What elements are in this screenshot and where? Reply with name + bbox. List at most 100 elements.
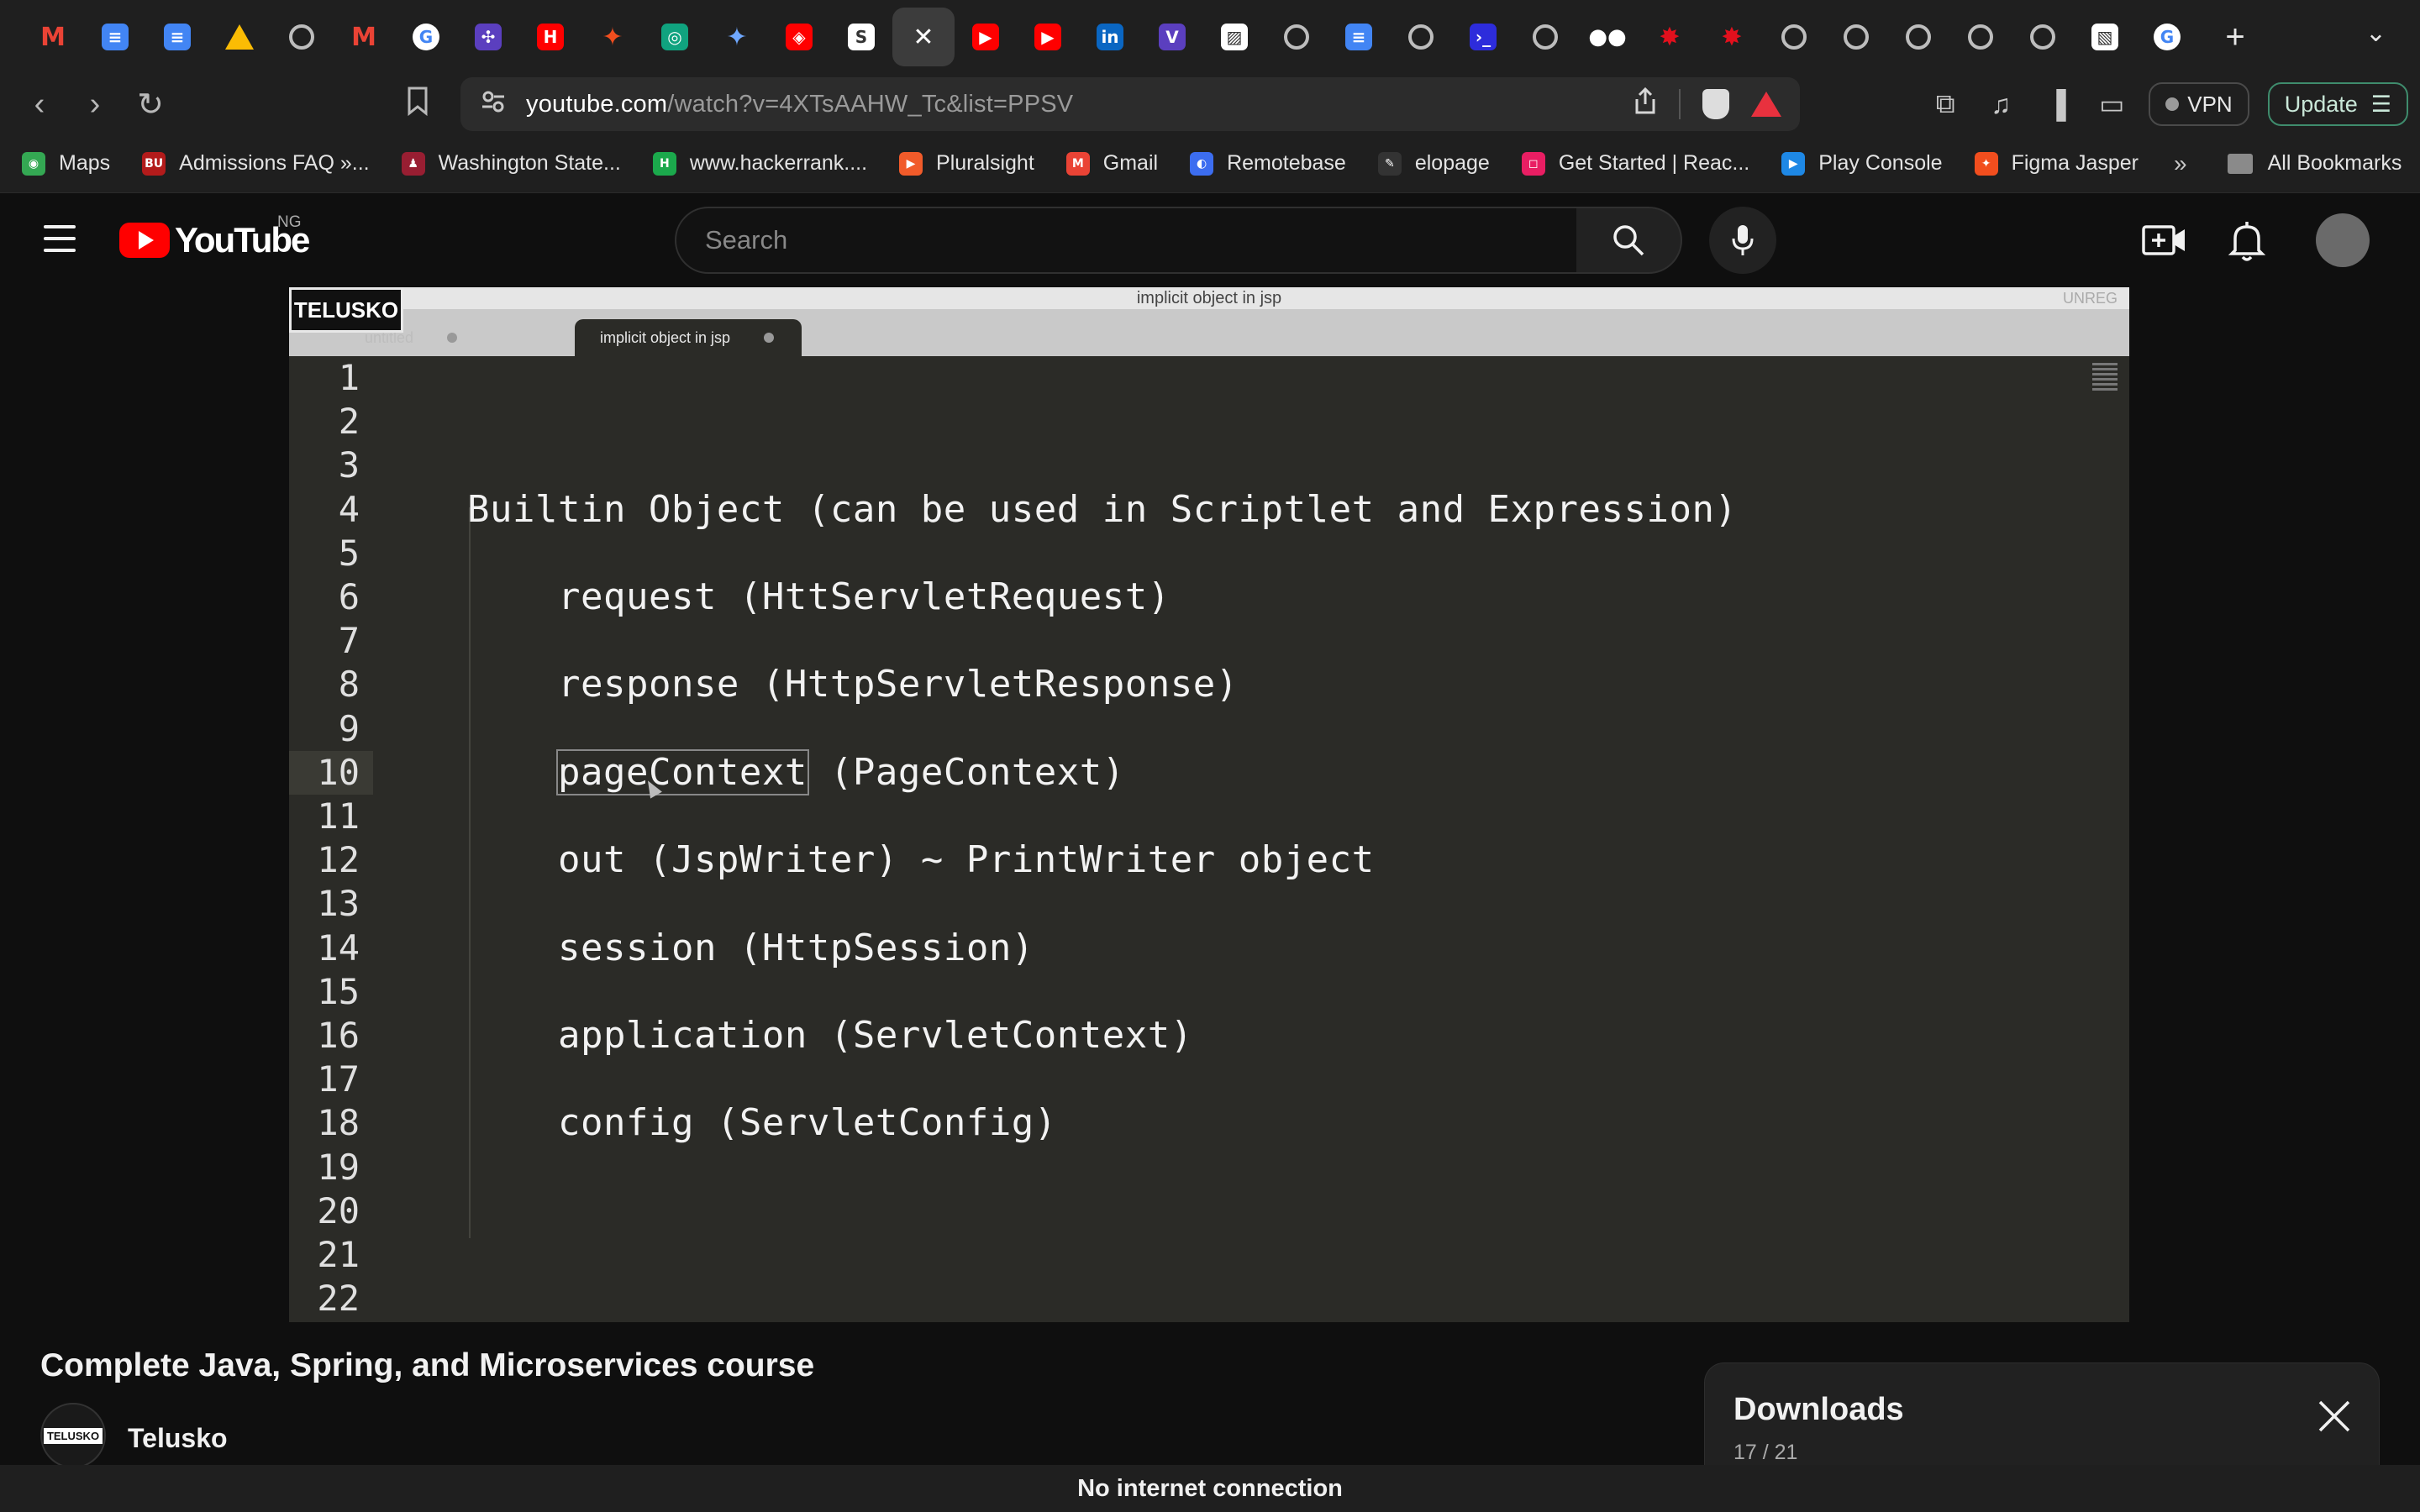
code-line-text: Builtin Object (can be used in Scriptlet… [467, 487, 1738, 531]
menu-icon: ☰ [2370, 91, 2391, 117]
google-docs-icon: ≡ [164, 24, 191, 50]
brave-shields-icon[interactable] [1702, 89, 1729, 119]
browser-tab[interactable]: ▧ [2074, 8, 2136, 66]
browser-tab[interactable]: ◎ [644, 8, 706, 66]
browser-tab[interactable]: ▶ [955, 8, 1017, 66]
account-avatar[interactable] [2316, 213, 2370, 267]
bookmark-list: ◉ Maps BU Admissions FAQ »... ♟ Washington St… [22, 151, 2170, 176]
channel-avatar[interactable]: TELUSKO [40, 1403, 106, 1468]
code-line-text: config (ServletConfig) [558, 1101, 1057, 1145]
bookmark-item[interactable]: ✦ Figma Jasper [1974, 151, 2139, 176]
browser-tab[interactable] [271, 8, 333, 66]
browser-tab[interactable]: M [333, 8, 395, 66]
bookmark-item[interactable]: M Gmail [1065, 151, 1159, 176]
all-bookmarks-button[interactable]: All Bookmarks [2227, 151, 2402, 176]
search-input[interactable] [705, 225, 1576, 255]
browser-tab[interactable]: ▨ [1203, 8, 1265, 66]
maple-leaf-icon: ✸ [1721, 22, 1743, 52]
chatgpt-icon: ◎ [661, 24, 688, 50]
browser-tab[interactable]: ≡ [1328, 8, 1390, 66]
media-icon[interactable]: ♫ [1982, 89, 2019, 120]
close-icon[interactable]: ✕ [913, 23, 934, 52]
browser-tab[interactable]: G [2136, 8, 2198, 66]
new-tab-button[interactable]: + [2210, 18, 2260, 56]
bookmark-label: Pluralsight [936, 151, 1034, 175]
close-icon[interactable] [2315, 1397, 2354, 1436]
share-icon[interactable] [1634, 87, 1657, 121]
browser-tab-active[interactable]: ✕ [892, 8, 955, 66]
browser-tab[interactable] [1390, 8, 1452, 66]
bookmark-item[interactable]: ◻ Get Started | Reac... [1521, 151, 1749, 176]
browser-tab[interactable] [1825, 8, 1887, 66]
browser-tab[interactable]: in [1079, 8, 1141, 66]
voice-search-button[interactable] [1709, 207, 1776, 274]
line-number: 15 [317, 970, 360, 1012]
browser-tab[interactable]: ✸ [1639, 8, 1701, 66]
update-button[interactable]: Update ☰ [2267, 82, 2408, 126]
minimap [2092, 363, 2118, 403]
browser-tab[interactable] [1265, 8, 1328, 66]
chevron-down-icon[interactable]: ⌄ [2365, 18, 2386, 48]
search-button[interactable] [1576, 207, 1682, 274]
editor-tab-active: implicit object in jsp [575, 319, 802, 356]
back-button[interactable]: ‹ [12, 87, 67, 123]
editor-window-title-text: implicit object in jsp [1136, 289, 1282, 307]
bookmark-item[interactable]: ◉ Maps [22, 151, 110, 176]
hamburger-menu-icon[interactable] [44, 225, 76, 260]
bookmark-item[interactable]: ▶ Pluralsight [899, 151, 1034, 176]
browser-tab[interactable]: S [830, 8, 892, 66]
browser-tab[interactable] [208, 8, 271, 66]
bookmark-item[interactable]: ♟ Washington State... [401, 151, 621, 176]
browser-tab[interactable]: ✦ [581, 8, 644, 66]
all-bookmarks-label: All Bookmarks [2267, 151, 2402, 175]
extensions-icon[interactable]: ⧉ [1927, 88, 1964, 120]
more-bookmarks-button[interactable]: » [2174, 150, 2187, 177]
browser-tab[interactable]: ◈ [768, 8, 830, 66]
brave-rewards-icon[interactable] [1751, 92, 1781, 117]
browser-tab[interactable]: ✸ [1701, 8, 1763, 66]
bookmark-item[interactable]: ◐ Remotebase [1190, 151, 1346, 176]
browser-tab[interactable]: ✦ [706, 8, 768, 66]
browser-tab[interactable]: M [22, 8, 84, 66]
browser-tab[interactable] [1949, 8, 2012, 66]
video-player[interactable]: implicit object in jsp UNREG untitled im… [289, 287, 2129, 1322]
browser-tab[interactable]: ▶ [1017, 8, 1079, 66]
bookmark-item[interactable]: BU Admissions FAQ »... [142, 151, 370, 176]
channel-name[interactable]: Telusko [128, 1423, 228, 1454]
browser-tab[interactable]: ●● [1576, 8, 1639, 66]
browser-tab[interactable]: H [519, 8, 581, 66]
bookmark-item[interactable]: Hwww.hackerrank.... [652, 151, 867, 176]
bookmark-favicon-icon: BU [142, 151, 166, 176]
address-bar[interactable]: youtube.com/watch?v=4XTsAAHW_Tc&list=PPS… [460, 77, 1800, 131]
browser-tab[interactable] [1514, 8, 1576, 66]
line-number: 14 [317, 927, 360, 969]
browser-tab[interactable] [1763, 8, 1825, 66]
browser-tab[interactable]: G [395, 8, 457, 66]
browser-tab[interactable] [2012, 8, 2074, 66]
line-number: 12 [317, 839, 360, 881]
bookmark-page-icon[interactable] [405, 86, 430, 123]
site-info-icon[interactable] [481, 89, 511, 120]
browser-tab[interactable]: ≡ [146, 8, 208, 66]
url-text[interactable]: youtube.com/watch?v=4XTsAAHW_Tc&list=PPS… [526, 91, 1073, 118]
create-video-icon[interactable] [2141, 220, 2188, 262]
line-number: 16 [317, 1015, 360, 1056]
sidebar-icon[interactable]: ▐ [2038, 89, 2075, 120]
bookmark-item[interactable]: ▶ Play Console [1781, 151, 1943, 176]
vpn-button[interactable]: VPN [2149, 82, 2249, 126]
reload-button[interactable]: ↻ [123, 86, 178, 123]
editor-tab-bar: untitled implicit object in jsp [289, 309, 2129, 356]
notifications-bell-icon[interactable] [2223, 217, 2270, 264]
vpn-label: VPN [2187, 91, 2233, 117]
browser-tab[interactable]: ✣ [457, 8, 519, 66]
browser-tab[interactable] [1887, 8, 1949, 66]
browser-tab[interactable]: ›_ [1452, 8, 1514, 66]
code-line-text: session (HttpSession) [558, 926, 1034, 969]
bookmark-favicon-icon: ♟ [401, 151, 425, 176]
forward-button[interactable]: › [67, 87, 123, 123]
bookmark-label: Gmail [1102, 151, 1159, 175]
bookmark-item[interactable]: ✎ elopage [1377, 151, 1490, 176]
wallet-icon[interactable]: ▭ [2093, 88, 2130, 120]
browser-tab[interactable]: ≡ [84, 8, 146, 66]
browser-tab[interactable]: ᐯ [1141, 8, 1203, 66]
